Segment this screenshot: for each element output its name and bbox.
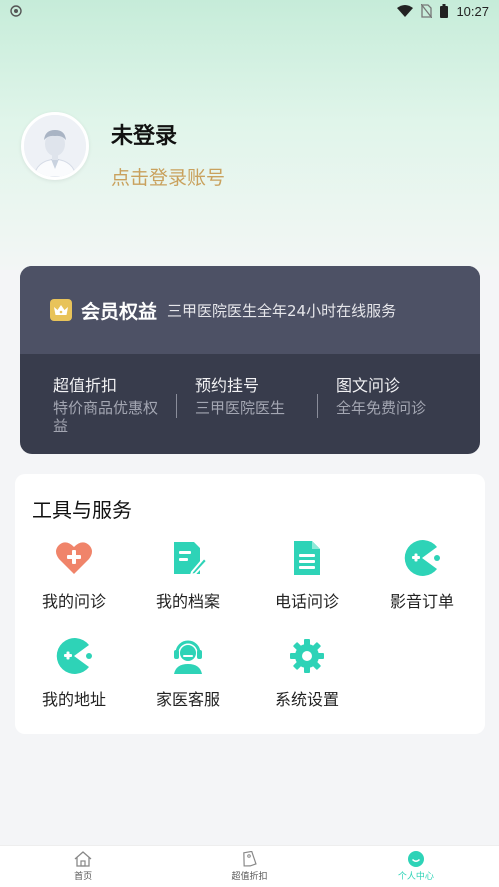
home-icon — [74, 851, 92, 867]
tool-family-doctor-service[interactable]: 家医客服 — [140, 636, 236, 710]
tools-title: 工具与服务 — [32, 498, 132, 522]
crown-icon — [50, 299, 72, 321]
notification-icon — [10, 5, 22, 17]
avatar[interactable] — [21, 112, 89, 180]
nav-item-profile[interactable]: 个人中心 — [333, 846, 499, 887]
tool-label: 影音订单 — [389, 592, 454, 611]
nav-label: 超值折扣 — [231, 872, 268, 882]
profile-icon — [407, 851, 424, 867]
member-item-title: 图文问诊 — [336, 376, 401, 395]
tool-media-orders[interactable]: 影音订单 — [374, 538, 470, 612]
tool-label: 我的地址 — [41, 690, 106, 709]
member-subtitle: 三甲医院医生全年24小时在线服务 — [167, 301, 397, 320]
status-time: 10:27 — [456, 3, 489, 19]
headset-user-icon — [174, 640, 202, 674]
tag-icon — [243, 851, 258, 867]
nav-item-home[interactable]: 首页 — [0, 846, 166, 887]
member-item-desc: 全年免费问诊 — [336, 399, 427, 417]
member-item-discount[interactable]: 超值折扣 特价商品优惠权益 — [20, 372, 161, 435]
member-item-desc: 三甲医院医生 — [195, 399, 286, 417]
tool-label: 家医客服 — [155, 690, 220, 709]
document-list-icon — [294, 541, 320, 575]
nav-item-discount[interactable]: 超值折扣 — [166, 846, 332, 887]
pacman-icon — [404, 540, 440, 576]
tool-label: 我的问诊 — [41, 592, 106, 611]
member-items: 超值折扣 特价商品优惠权益 预约挂号 三甲医院医生 图文问诊 全年免费问诊 — [20, 354, 480, 435]
no-sim-icon — [421, 4, 433, 18]
gear-icon — [290, 639, 324, 673]
tool-label: 电话问诊 — [274, 592, 339, 611]
battery-icon — [440, 4, 449, 18]
member-item-appointment[interactable]: 预约挂号 三甲医院医生 — [161, 372, 302, 435]
tool-label: 系统设置 — [274, 690, 339, 709]
nav-label: 个人中心 — [397, 872, 434, 882]
status-left — [10, 5, 22, 17]
status-bar: 10:27 — [0, 0, 499, 22]
user-name: 未登录 — [111, 124, 178, 149]
document-edit-icon — [174, 542, 208, 577]
member-item-consult[interactable]: 图文问诊 全年免费问诊 — [302, 372, 443, 435]
member-item-title: 超值折扣 — [53, 376, 118, 395]
member-header: 会员权益 三甲医院医生全年24小时在线服务 — [20, 266, 480, 354]
tool-phone-consult[interactable]: 电话问诊 — [259, 538, 355, 612]
tool-my-records[interactable]: 我的档案 — [140, 538, 236, 612]
member-item-desc: 特价商品优惠权益 — [53, 399, 159, 435]
tool-system-settings[interactable]: 系统设置 — [259, 636, 355, 710]
member-title: 会员权益 — [81, 300, 158, 323]
bottom-nav: 首页 超值折扣 个人中心 — [0, 845, 499, 887]
tool-label: 我的档案 — [155, 592, 220, 611]
member-item-title: 预约挂号 — [195, 376, 260, 395]
member-benefits-card[interactable]: 会员权益 三甲医院医生全年24小时在线服务 超值折扣 特价商品优惠权益 预约挂号… — [20, 266, 480, 454]
tool-my-consult[interactable]: 我的问诊 — [26, 538, 122, 612]
login-link[interactable]: 点击登录账号 — [111, 163, 225, 190]
pacman-icon — [56, 638, 92, 674]
heart-plus-icon — [56, 542, 92, 574]
tool-my-address[interactable]: 我的地址 — [26, 636, 122, 710]
default-avatar-icon — [24, 115, 86, 177]
status-right: 10:27 — [397, 4, 489, 19]
wifi-icon — [397, 5, 414, 17]
nav-label: 首页 — [74, 872, 93, 882]
tools-card: 工具与服务 我的问诊 我的档案 电话问诊 影音订单 我的地址 家医客服 系统设置 — [15, 474, 485, 734]
